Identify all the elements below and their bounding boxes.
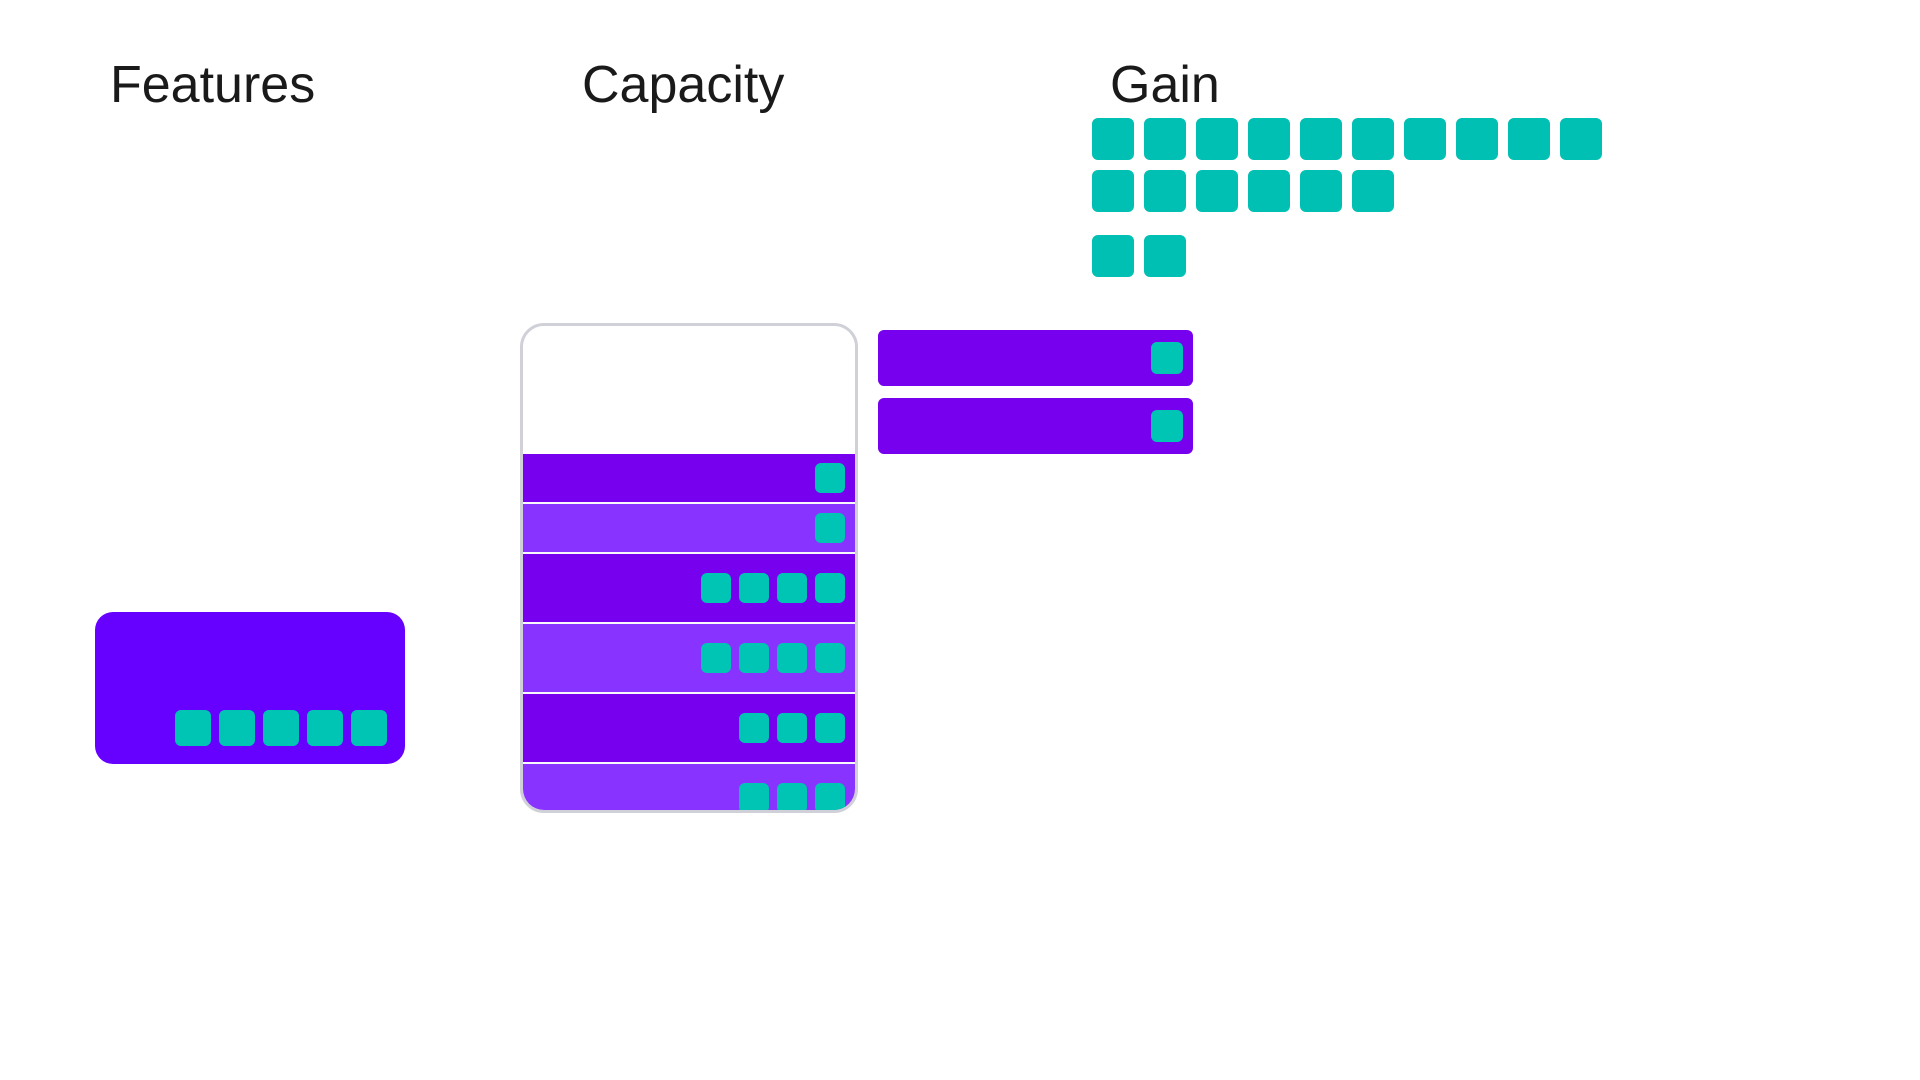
teal-dot <box>263 710 299 746</box>
gain-teal-sq <box>1404 118 1446 160</box>
teal-dot <box>701 643 731 673</box>
gain-teal-sq <box>1300 170 1342 212</box>
capacity-bar-4 <box>523 624 855 692</box>
capacity-title: Capacity <box>582 55 784 115</box>
teal-dot <box>815 513 845 543</box>
capacity-box-top <box>523 326 855 454</box>
teal-dot <box>739 783 769 813</box>
teal-dot <box>739 713 769 743</box>
teal-dot <box>307 710 343 746</box>
gain-teal-sq <box>1196 118 1238 160</box>
gain-teal-sq <box>1092 118 1134 160</box>
gain-teal-sq <box>1248 170 1290 212</box>
gain-teal-sq <box>1144 235 1186 277</box>
gain-teal-sq <box>1248 118 1290 160</box>
teal-dot <box>1151 410 1183 442</box>
gain-teal-sq <box>1196 170 1238 212</box>
gain-teal-row-1 <box>1092 118 1602 160</box>
gain-teal-sq <box>1508 118 1550 160</box>
gain-teal-row-2 <box>1092 170 1602 212</box>
gain-bar-2 <box>878 398 1193 454</box>
teal-dot <box>777 573 807 603</box>
teal-dot <box>1151 342 1183 374</box>
gain-bars-area <box>878 330 1193 466</box>
gain-teal-sq <box>1456 118 1498 160</box>
capacity-box <box>520 323 858 813</box>
gain-bar-1 <box>878 330 1193 386</box>
teal-dot <box>219 710 255 746</box>
capacity-bar-6 <box>523 764 855 813</box>
gain-teal-sq <box>1144 170 1186 212</box>
gain-teal-sq <box>1092 235 1134 277</box>
teal-dot <box>815 573 845 603</box>
teal-dot <box>777 713 807 743</box>
feature-block-dots <box>175 710 387 746</box>
teal-dot <box>351 710 387 746</box>
teal-dot <box>175 710 211 746</box>
teal-dot <box>815 643 845 673</box>
teal-dot <box>701 573 731 603</box>
capacity-bar-3 <box>523 554 855 622</box>
features-title: Features <box>110 55 315 115</box>
gain-teal-sq <box>1144 118 1186 160</box>
capacity-bar-5 <box>523 694 855 762</box>
gain-teal-sq <box>1092 170 1134 212</box>
gain-teal-sq <box>1352 170 1394 212</box>
teal-dot <box>815 463 845 493</box>
capacity-bar-2 <box>523 504 855 552</box>
teal-dot <box>815 713 845 743</box>
gain-teal-pair <box>1092 235 1186 277</box>
capacity-bar-1 <box>523 454 855 502</box>
gain-teal-sq <box>1300 118 1342 160</box>
teal-dot <box>815 783 845 813</box>
gain-teal-sq <box>1352 118 1394 160</box>
feature-block <box>95 612 405 764</box>
teal-dot <box>777 783 807 813</box>
gain-title: Gain <box>1110 55 1220 115</box>
teal-dot <box>777 643 807 673</box>
teal-dot <box>739 573 769 603</box>
gain-teal-sq <box>1560 118 1602 160</box>
gain-teal-grid <box>1092 118 1602 222</box>
teal-dot <box>739 643 769 673</box>
